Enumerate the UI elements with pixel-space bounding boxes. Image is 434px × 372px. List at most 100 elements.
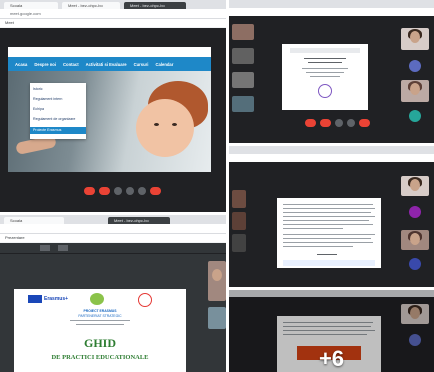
head [410,31,420,43]
doc-line [283,216,375,217]
mic-off-button[interactable] [84,187,95,195]
nav-item[interactable]: Despre noi [34,62,56,67]
camera-off-button[interactable] [320,119,331,127]
participant-thumbnail[interactable] [232,72,254,88]
participant-avatar[interactable] [409,110,421,122]
screenshot-tile-website[interactable]: Scoala Meet - bez-ohpc-bo Meet - bez-ohp… [0,0,226,212]
child-eye [172,123,177,126]
child-eye [154,123,159,126]
address-bar[interactable] [0,224,226,234]
browser-tab[interactable]: Scoala [4,217,64,224]
doc-line [283,212,371,213]
doc-line [283,246,353,247]
nav-item[interactable]: Activitati si Evaluare [86,62,127,67]
more-options-button[interactable] [138,187,146,195]
dropdown-item-active[interactable]: Proiecte Erasmus [30,127,86,134]
present-button[interactable] [126,187,134,195]
doc-seal-icon [318,84,332,98]
nav-item[interactable]: Calendar [155,62,173,67]
nav-item[interactable]: Contact [63,62,79,67]
participant-thumbnail[interactable] [232,190,246,208]
dropdown-item[interactable]: Regulament intern [33,97,62,101]
doc-line [306,72,344,73]
participant-video[interactable] [401,80,429,102]
doc-line [308,62,342,63]
address-bar[interactable] [229,154,434,162]
screenshot-tile-meet-text-document[interactable] [229,146,434,287]
dropdown-item[interactable]: Regulament de organizare [33,117,75,121]
participant-video[interactable] [401,230,429,250]
shared-website: Acasa Despre noi Contact Activitati si E… [8,47,211,172]
mic-off-button[interactable] [305,119,316,127]
doc-line [283,234,375,235]
browser-tab-active[interactable]: Meet - bez-ohpc-bo [108,217,170,224]
zoom-box[interactable] [58,245,68,251]
browser-tab-strip: Scoala Meet - bez-ohpc-bo [0,215,226,224]
eu-flag-icon [28,295,42,303]
captions-button[interactable] [114,187,122,195]
screenshot-tile-more[interactable]: +6 [229,290,434,372]
ghid-subtitle: DE PRACTICI EDUCATIONALE [51,354,149,361]
site-nav: Acasa Despre noi Contact Activitati si E… [8,57,211,71]
more-photos-count[interactable]: +6 [229,346,434,372]
end-call-button[interactable] [359,119,370,127]
participant-thumbnail[interactable] [232,212,246,230]
address-bar[interactable] [229,8,434,16]
nav-item[interactable]: Acasa [15,62,27,67]
url-text: meet.google.com [10,11,41,16]
participant-thumbnail[interactable] [232,24,254,40]
shared-document [277,198,381,268]
tab-label: Meet - bez-ohpc-bo [114,218,149,223]
participant-video[interactable] [401,28,429,50]
doc-header-logos [290,48,360,53]
nav-dropdown-menu: Istoric Regulament intern Echipa Regulam… [30,83,86,139]
doc-line [317,254,337,255]
school-logo-icon [138,293,152,307]
nav-item[interactable]: Cursuri [134,62,149,67]
call-controls [84,187,161,195]
participant-thumbnail[interactable] [232,234,246,252]
ghid-title: GHID [83,336,116,350]
doc-line [304,58,346,59]
presentation-label: Prezentare [5,235,25,240]
doc-line [283,204,373,205]
doc-line [70,320,130,321]
participant-video[interactable] [208,261,226,301]
participant-avatar[interactable] [409,206,421,218]
doc-title-line: PARTENERIAT STRATEGIC [78,314,122,318]
address-bar[interactable]: meet.google.com [0,9,226,19]
browser-tab[interactable]: Meet - bez-ohpc-bo [62,2,120,9]
camera-off-button[interactable] [99,187,110,195]
call-controls [305,119,370,127]
doc-line [283,242,373,243]
head [410,83,420,95]
meet-header: Meet [0,19,226,27]
browser-tab-strip [229,0,434,8]
dropdown-item[interactable]: Istoric [33,87,43,91]
end-call-button[interactable] [150,187,161,195]
browser-tab-active[interactable]: Meet - bez-ohpc-bo [124,2,186,9]
pdf-page: Erasmus+ PROIECT ERASMUS PARTENERIAT STR… [14,289,186,372]
tab-label: Meet - bez-ohpc-bo [68,3,103,8]
erasmus-logo: Erasmus+ [44,296,69,302]
participant-avatar[interactable] [409,60,421,72]
browser-tab-strip: Scoala Meet - bez-ohpc-bo Meet - bez-ohp… [0,0,226,9]
participant-thumbnail[interactable] [232,48,254,64]
present-button[interactable] [347,119,355,127]
doc-line [76,324,124,325]
participant-avatar[interactable] [409,258,421,270]
browser-tab[interactable]: Scoala [4,2,58,9]
screenshot-tile-meet-document[interactable] [229,0,434,143]
meet-header-label: Meet [5,20,14,25]
head [212,269,222,281]
screenshot-tile-pdf-ghid[interactable]: Scoala Meet - bez-ohpc-bo Prezentare Era… [0,215,226,372]
dropdown-item[interactable]: Echipa [33,107,44,111]
child-face [136,99,194,157]
doc-line [302,68,348,69]
participant-thumbnail[interactable] [208,307,226,329]
participant-thumbnail[interactable] [232,96,254,112]
participant-video[interactable] [401,176,429,196]
doc-line [283,208,375,209]
captions-button[interactable] [335,119,343,127]
page-number-box[interactable] [40,245,50,251]
